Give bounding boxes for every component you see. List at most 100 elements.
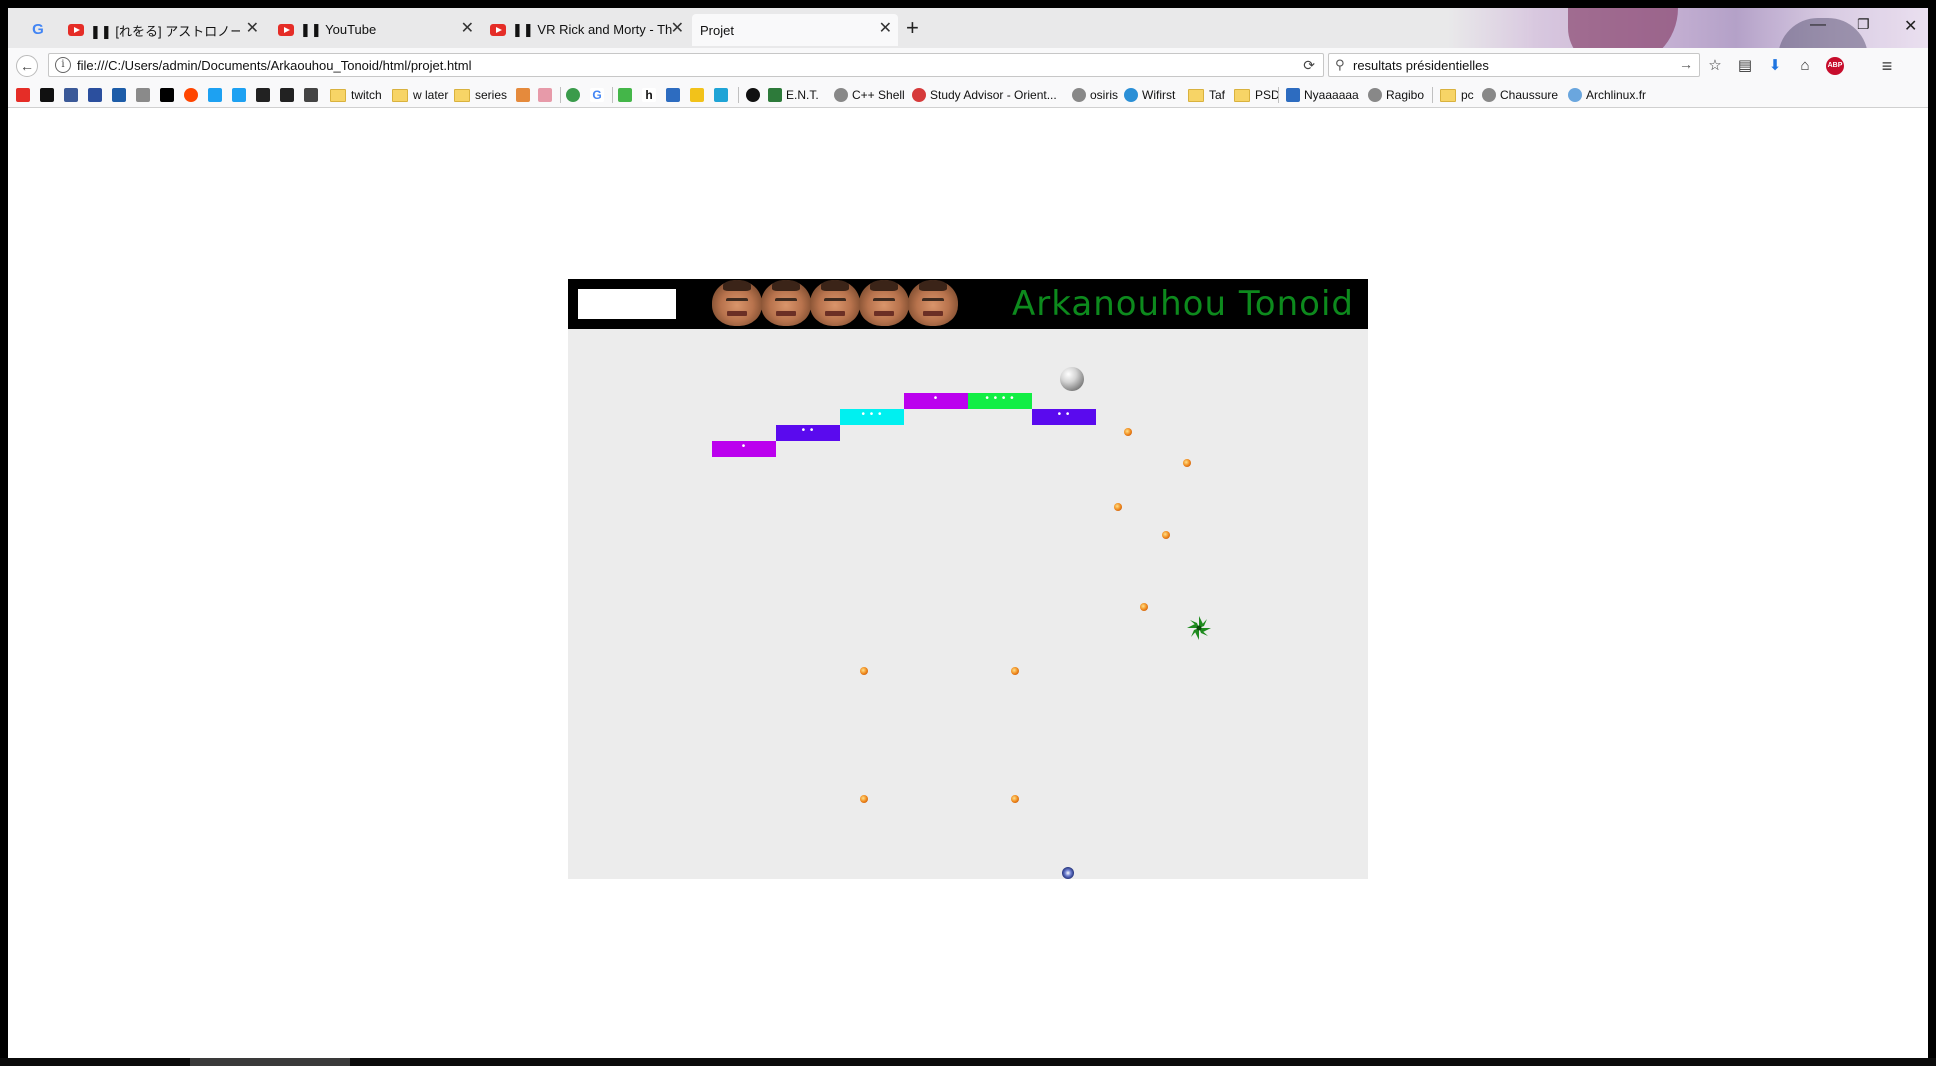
bookmark-icon[interactable] (280, 88, 294, 102)
back-arrow-icon[interactable]: ← (16, 55, 38, 77)
search-go-arrow-icon[interactable]: → (1679, 56, 1693, 72)
bookmark-icon[interactable] (618, 88, 632, 102)
tab-title: ❚❚ YouTube (300, 22, 377, 37)
new-tab-button[interactable]: + (906, 16, 919, 40)
bookmark-star-icon[interactable]: ☆ (1706, 57, 1724, 75)
close-tab-icon[interactable]: ✕ (246, 21, 259, 37)
adblock-plus-icon[interactable]: ABP (1826, 57, 1844, 75)
bookmark-icon[interactable] (538, 88, 552, 102)
twitter-icon[interactable] (232, 88, 246, 102)
tab-title: ❚❚ VR Rick and Morty - The F (512, 22, 672, 37)
bookmark-wifirst[interactable]: Wifirst (1124, 86, 1175, 104)
search-input[interactable]: ⚲ resultats présidentielles → (1328, 53, 1700, 77)
bookmark-icon[interactable] (666, 88, 680, 102)
facebook-icon[interactable] (64, 88, 78, 102)
bookmark-icon[interactable] (40, 88, 54, 102)
brick: • • (776, 425, 840, 441)
enemy-bullet (1114, 503, 1122, 511)
bookmark-ent[interactable]: E.N.T. (768, 86, 819, 104)
bookmark-icon[interactable] (690, 88, 704, 102)
bookmark-folder-w-later[interactable]: w later (392, 86, 448, 104)
bookmark-icon[interactable] (714, 88, 728, 102)
tab-youtube-astronauts[interactable]: ❚❚ [れをる] アストロノーツ【 ✕ (60, 14, 265, 46)
taskbar-item[interactable] (190, 1058, 350, 1066)
brick: • (904, 393, 968, 409)
bookmark-label: twitch (351, 88, 382, 102)
enemy-bullet (860, 667, 868, 675)
close-tab-icon[interactable]: ✕ (879, 21, 892, 37)
close-tab-icon[interactable]: ✕ (461, 21, 474, 37)
bookmark-osiris[interactable]: osiris (1072, 86, 1118, 104)
home-icon[interactable]: ⌂ (1796, 57, 1814, 75)
bookmark-folder-series[interactable]: series (454, 86, 507, 104)
folder-icon (1188, 88, 1204, 102)
tab-projet[interactable]: Projet ✕ (692, 14, 898, 46)
separator (738, 87, 739, 103)
folder-icon (1234, 88, 1250, 102)
url-text[interactable]: file:///C:/Users/admin/Documents/Arkaouh… (77, 58, 472, 73)
reddit-icon[interactable] (184, 88, 198, 102)
brick: • • • • (968, 393, 1032, 409)
shuriken-icon (1187, 616, 1211, 640)
tab-youtube[interactable]: ❚❚ YouTube ✕ (270, 14, 480, 46)
bookmark-nyaaaaaa[interactable]: Nyaaaaaa (1286, 86, 1359, 104)
restore-icon[interactable]: ❐ (1857, 16, 1870, 33)
youtube-bookmark-icon[interactable] (16, 88, 30, 102)
tab-rick-and-morty[interactable]: ❚❚ VR Rick and Morty - The F ✕ (482, 14, 690, 46)
hamburger-menu-icon[interactable]: ≡ (1878, 57, 1896, 75)
download-arrow-icon[interactable]: ⬇ (1766, 57, 1784, 75)
globe-icon (1568, 88, 1582, 102)
google-icon[interactable]: G (590, 88, 604, 102)
globe-icon (834, 88, 848, 102)
bookmark-icon[interactable] (112, 88, 126, 102)
bookmark-icon[interactable] (256, 88, 270, 102)
bookmark-label: Taf (1209, 88, 1226, 102)
globe-icon (1368, 88, 1382, 102)
bookmark-label: pc (1461, 88, 1474, 102)
bookmark-folder-pc[interactable]: pc (1440, 86, 1474, 104)
bookmark-folder-twitch[interactable]: twitch (330, 86, 382, 104)
bookmark-label: Nyaaaaaa (1304, 88, 1359, 102)
headphones-icon[interactable] (304, 88, 318, 102)
bookmark-label: series (475, 88, 508, 102)
reload-icon[interactable]: ⟳ (1303, 57, 1315, 74)
bookmark-icon[interactable]: h (642, 88, 656, 102)
github-icon[interactable] (746, 88, 760, 102)
bookmark-folder-taf[interactable]: Taf (1188, 86, 1225, 104)
close-window-icon[interactable]: ✕ (1904, 16, 1917, 36)
player-ship[interactable] (1062, 867, 1074, 879)
bookmark-icon[interactable] (160, 88, 174, 102)
globe-icon (1482, 88, 1496, 102)
bookmark-chaussure[interactable]: Chaussure (1482, 86, 1558, 104)
enemy-bullet (860, 795, 868, 803)
globe-icon[interactable] (566, 88, 580, 102)
game-canvas[interactable]: Arkanouhou Tonoid • • • • • • • • • • • • • (568, 279, 1368, 879)
minimize-icon[interactable]: — (1810, 16, 1826, 34)
search-query[interactable]: resultats présidentielles (1353, 58, 1489, 73)
bookmark-icon[interactable] (88, 88, 102, 102)
enemy-bullet (1183, 459, 1191, 467)
bookmark-label: Ragibo (1386, 88, 1425, 102)
tab-title: Projet (700, 22, 734, 38)
reading-list-icon[interactable]: ▤ (1736, 57, 1754, 75)
bookmark-ragibo[interactable]: Ragibo (1368, 86, 1424, 104)
close-tab-icon[interactable]: ✕ (671, 21, 684, 37)
bookmark-icon (1286, 88, 1300, 102)
bookmark-cpp-shell[interactable]: C++ Shell (834, 86, 905, 104)
search-icon: ⚲ (1335, 57, 1345, 72)
info-icon[interactable]: i (55, 57, 71, 73)
bookmark-icon[interactable] (516, 88, 530, 102)
bookmark-icon[interactable] (136, 88, 150, 102)
tab-google[interactable]: G (22, 14, 52, 46)
life-head-icon (908, 280, 958, 326)
taskbar (0, 1058, 1936, 1066)
bookmark-label: Study Advisor - Orient... (930, 88, 1057, 102)
address-bar[interactable]: i file:///C:/Users/admin/Documents/Arkao… (48, 53, 1324, 77)
navigation-toolbar: ← i file:///C:/Users/admin/Documents/Ark… (8, 48, 1928, 82)
bookmark-icon[interactable] (208, 88, 222, 102)
bookmark-archlinux[interactable]: Archlinux.fr (1568, 86, 1646, 104)
game-hud: Arkanouhou Tonoid (568, 279, 1368, 329)
bookmark-study-advisor[interactable]: Study Advisor - Orient... (912, 86, 1057, 104)
separator (1278, 87, 1279, 103)
bookmark-folder-psd[interactable]: PSD (1234, 86, 1280, 104)
